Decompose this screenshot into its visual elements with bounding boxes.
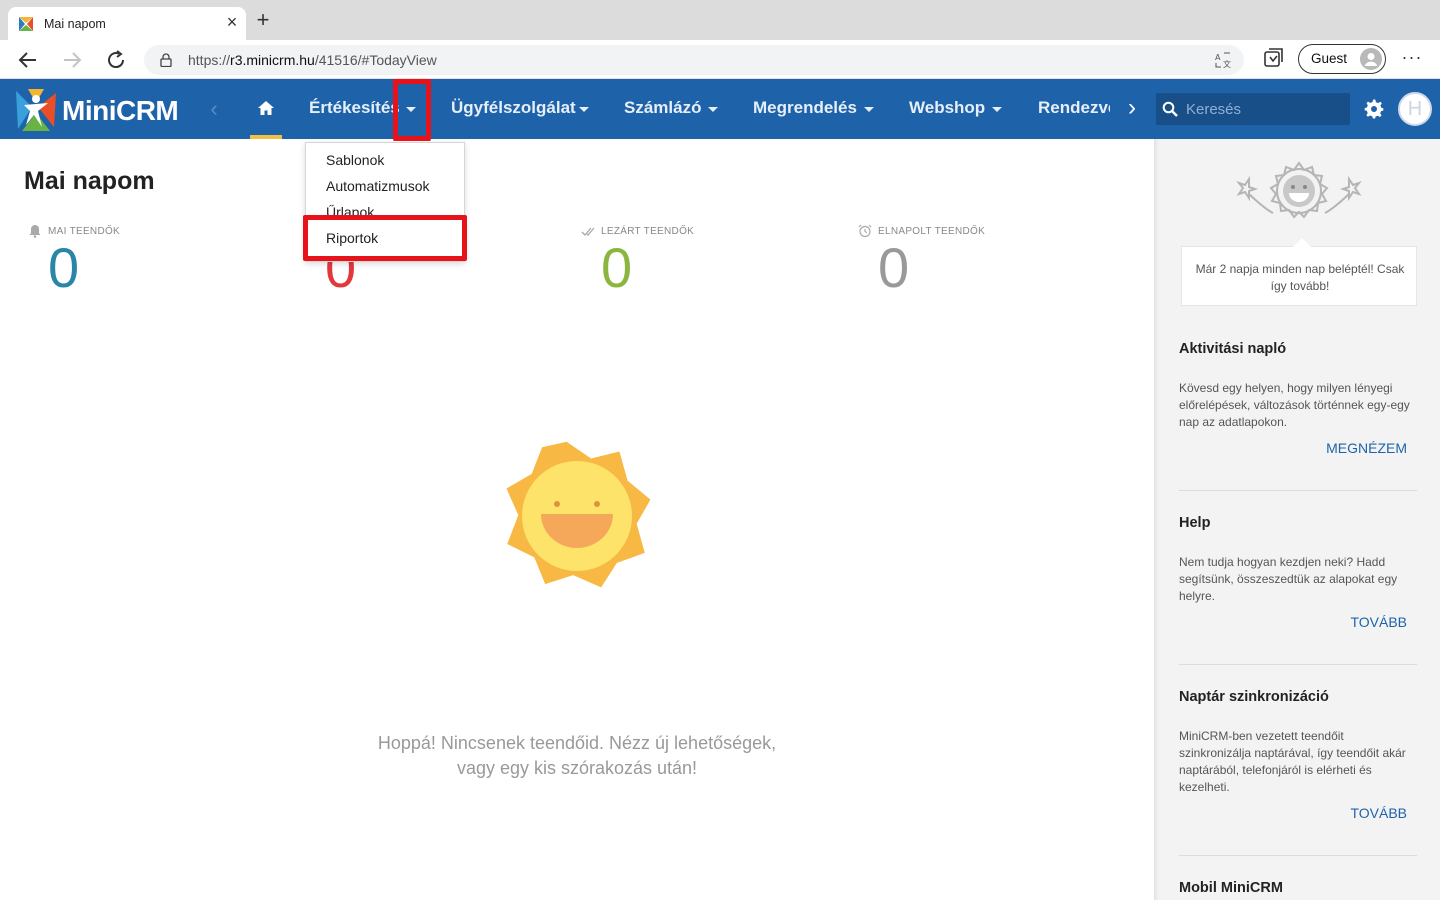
collections-icon[interactable] <box>1262 48 1284 70</box>
close-tab-icon[interactable]: × <box>222 12 242 32</box>
profile-label: Guest <box>1311 51 1348 66</box>
streak-badge-icon <box>1236 161 1362 219</box>
profile-button[interactable]: Guest <box>1298 44 1386 74</box>
nav-megrendeles-caret-icon[interactable] <box>864 107 874 112</box>
nav-home[interactable] <box>250 79 282 139</box>
sidebar-section-text: MiniCRM-ben vezetett teendőit szinkroniz… <box>1179 729 1406 794</box>
sidebar-section-activity-log: Aktivitási napló Kövesd egy helyen, hogy… <box>1179 341 1417 456</box>
gear-icon[interactable] <box>1364 99 1384 119</box>
nav-szamlazo-caret-icon[interactable] <box>708 107 718 112</box>
browser-tab-strip: Mai napom × + <box>0 0 1440 40</box>
megnezem-link[interactable]: MEGNÉZEM <box>1179 440 1417 456</box>
app-search-box[interactable] <box>1156 93 1350 125</box>
page-title: Mai napom <box>24 167 155 195</box>
nav-webshop-caret-icon[interactable] <box>992 107 1002 112</box>
sidebar-section-text: Nem tudja hogyan kezdjen neki? Hadd segí… <box>1179 555 1398 603</box>
nav-scroll-right-icon[interactable]: › <box>1122 96 1142 121</box>
app-navbar: MiniCRM ‹ Értékesítés Ügyfélszolgálat Sz… <box>0 79 1440 139</box>
sidebar-divider <box>1179 664 1417 665</box>
more-options-icon[interactable]: ··· <box>1400 48 1424 70</box>
search-input[interactable] <box>1186 98 1336 120</box>
double-check-icon <box>581 227 595 236</box>
search-icon <box>1162 101 1178 117</box>
alarm-clock-icon <box>858 224 872 238</box>
svg-text:文: 文 <box>1223 59 1231 69</box>
minicrm-logo-icon <box>16 89 56 131</box>
sidebar-section-title: Help <box>1179 515 1211 531</box>
sidebar-section-title: Aktivitási napló <box>1179 341 1287 357</box>
new-tab-icon[interactable]: + <box>252 9 274 31</box>
stat-value: 0 <box>878 236 910 299</box>
logo-text: MiniCRM <box>62 95 179 126</box>
address-bar[interactable]: https://r3.minicrm.hu/41516/#TodayView A… <box>144 45 1244 75</box>
home-icon <box>258 101 274 115</box>
highlight-riportok-annotation <box>303 215 467 261</box>
sidebar-section-help: Help Nem tudja hogyan kezdjen neki? Hadd… <box>1179 515 1417 630</box>
sidebar-divider <box>1179 490 1417 491</box>
empty-state-message: Hoppá! Nincsenek teendőid. Nézz új lehet… <box>377 733 777 778</box>
lock-icon[interactable] <box>160 53 172 67</box>
minicrm-logo[interactable]: MiniCRM <box>14 85 186 133</box>
back-arrow-icon[interactable] <box>16 48 40 72</box>
dropdown-item-automatizmusok[interactable]: Automatizmusok <box>326 178 429 194</box>
stat-closed-tasks[interactable]: LEZÁRT TEENDŐK 0 <box>577 224 837 304</box>
nav-item-szamlazo[interactable]: Számlázó <box>624 98 701 118</box>
sidebar-divider <box>1179 855 1417 856</box>
calendar-tovabb-link[interactable]: TOVÁBB <box>1179 805 1417 821</box>
reload-icon[interactable] <box>104 48 128 72</box>
sidebar-section-text: Kövesd egy helyen, hogy milyen lényegi e… <box>1179 381 1410 429</box>
stat-postponed-tasks[interactable]: ELNAPOLT TEENDŐK 0 <box>854 224 1114 304</box>
sidebar-section-calendar-sync: Naptár szinkronizáció MiniCRM-ben vezete… <box>1179 689 1417 821</box>
streak-message: Már 2 napja minden nap beléptél! Csak íg… <box>1195 262 1405 293</box>
nav-ugyfelszolgalat-caret-icon[interactable] <box>579 107 589 112</box>
svg-text:A: A <box>1215 53 1221 62</box>
browser-tab[interactable]: Mai napom × <box>8 7 246 40</box>
nav-item-rendezveny[interactable]: Rendezvé <box>1038 98 1110 118</box>
browser-toolbar: https://r3.minicrm.hu/41516/#TodayView A… <box>0 40 1440 79</box>
stat-value: 0 <box>48 236 80 299</box>
nav-overflow-clip: Rendezvé <box>1030 79 1110 139</box>
nav-item-ertekesites[interactable]: Értékesítés <box>309 98 400 118</box>
tab-title: Mai napom <box>44 17 106 31</box>
minicrm-favicon-icon <box>18 16 34 32</box>
stat-todays-tasks[interactable]: MAI TEENDŐK 0 <box>24 224 284 304</box>
guest-avatar-icon <box>1360 48 1382 70</box>
user-avatar[interactable]: H <box>1398 92 1432 126</box>
main-content: Mai napom MAI TEENDŐK 0 0 LEZÁRT TEENDŐK… <box>0 139 1154 900</box>
sidebar-section-mobile: Mobil MiniCRM <box>1179 880 1417 896</box>
highlight-caret-annotation <box>393 79 431 141</box>
avatar-initial: H <box>1407 98 1423 120</box>
url-text[interactable]: https://r3.minicrm.hu/41516/#TodayView <box>188 52 437 68</box>
nav-item-ugyfelszolgalat[interactable]: Ügyfélszolgálat <box>451 98 576 118</box>
sidebar-section-title: Naptár szinkronizáció <box>1179 689 1329 705</box>
help-tovabb-link[interactable]: TOVÁBB <box>1179 614 1417 630</box>
nav-item-webshop[interactable]: Webshop <box>909 98 985 118</box>
right-sidebar: Már 2 napja minden nap beléptél! Csak íg… <box>1154 139 1440 900</box>
stat-value: 0 <box>601 236 633 299</box>
bell-icon <box>29 225 41 238</box>
nav-item-megrendeles[interactable]: Megrendelés <box>753 98 857 118</box>
forward-arrow-icon[interactable] <box>60 48 84 72</box>
dropdown-item-sablonok[interactable]: Sablonok <box>326 152 384 168</box>
happy-sun-illustration <box>506 441 651 588</box>
sidebar-section-title: Mobil MiniCRM <box>1179 880 1283 896</box>
translate-icon[interactable]: A 文 <box>1214 51 1232 69</box>
nav-scroll-left-icon[interactable]: ‹ <box>204 97 224 121</box>
streak-message-bubble: Már 2 napja minden nap beléptél! Csak íg… <box>1181 238 1417 306</box>
